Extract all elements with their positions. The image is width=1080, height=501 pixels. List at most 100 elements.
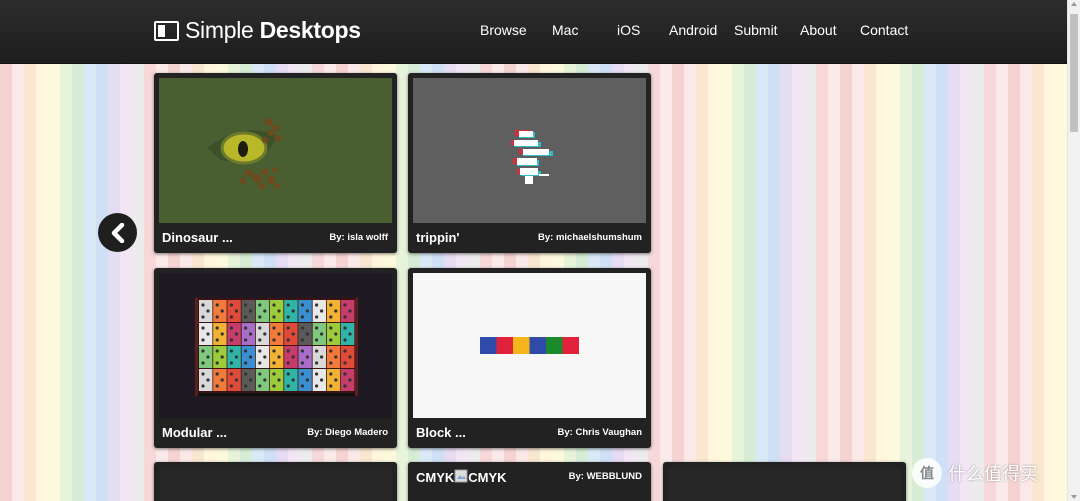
- scroll-down-icon[interactable]: [1071, 495, 1077, 499]
- nav-about[interactable]: About: [800, 22, 837, 38]
- synth-knob: [258, 361, 262, 365]
- synth-knob: [272, 338, 276, 342]
- synth-knob: [220, 355, 224, 359]
- synth-module: [241, 323, 255, 345]
- synth-module: [326, 369, 341, 391]
- synth-knob: [272, 303, 276, 307]
- synth-knob: [286, 349, 290, 353]
- synth-knob: [305, 355, 309, 359]
- synth-knob: [329, 315, 333, 319]
- synth-knob: [201, 338, 205, 342]
- wallpaper-card[interactable]: [663, 462, 906, 501]
- synth-knob: [234, 355, 238, 359]
- nav-submit[interactable]: Submit: [734, 22, 778, 38]
- synth-knob: [258, 372, 262, 376]
- synth-knob: [334, 378, 338, 382]
- card-author[interactable]: By: isla wolff: [329, 232, 388, 243]
- nav-browse[interactable]: Browse: [480, 22, 527, 38]
- nav-android[interactable]: Android: [669, 22, 717, 38]
- synth-knob: [215, 315, 219, 319]
- card-author[interactable]: By: WEBBLUND: [569, 471, 642, 482]
- synth-knob: [206, 355, 210, 359]
- dinosaur-eye-image: [207, 118, 282, 190]
- card-title[interactable]: Dinosaur ...: [162, 230, 233, 245]
- synth-knob: [263, 309, 267, 313]
- nav-mac[interactable]: Mac: [552, 22, 578, 38]
- synth-module: [255, 300, 270, 322]
- card-author[interactable]: By: Chris Vaughan: [558, 427, 642, 438]
- card-author[interactable]: By: michaelshumshum: [538, 232, 642, 243]
- synth-knob: [215, 384, 219, 388]
- synth-module: [227, 300, 241, 322]
- synth-module: [341, 300, 355, 322]
- synth-knob: [348, 378, 352, 382]
- scrollbar-thumb[interactable]: [1070, 14, 1078, 132]
- previous-page-button[interactable]: [98, 213, 137, 252]
- synth-knob: [244, 303, 248, 307]
- wallpaper-thumbnail[interactable]: [668, 467, 901, 501]
- card-title[interactable]: Block ...: [416, 425, 466, 440]
- synth-knob: [234, 332, 238, 336]
- synth-knob: [258, 326, 262, 330]
- wallpaper-thumbnail[interactable]: [413, 78, 646, 223]
- wallpaper-card-cmyk[interactable]: CMYK CMYK By: WEBBLUND: [408, 462, 651, 501]
- synth-knob: [315, 361, 319, 365]
- wallpaper-card-dinosaur[interactable]: Dinosaur ... By: isla wolff: [154, 73, 397, 253]
- wallpaper-card-block[interactable]: Block ... By: Chris Vaughan: [408, 268, 651, 448]
- synth-knob: [258, 384, 262, 388]
- synth-knob: [201, 384, 205, 388]
- synth-module: [227, 346, 241, 368]
- synth-knob: [201, 326, 205, 330]
- wallpaper-thumbnail[interactable]: [159, 467, 392, 501]
- synth-module: [312, 323, 326, 345]
- synth-knob: [244, 361, 248, 365]
- card-title[interactable]: trippin': [416, 230, 460, 245]
- color-block: [546, 337, 563, 354]
- wallpaper-thumbnail[interactable]: [413, 273, 646, 418]
- synth-knob: [286, 384, 290, 388]
- synth-knob: [272, 361, 276, 365]
- card-title[interactable]: CMYK CMYK: [416, 469, 507, 485]
- synth-module: [270, 346, 284, 368]
- synth-knob: [315, 372, 319, 376]
- wallpaper-thumbnail[interactable]: [159, 273, 392, 418]
- glitch-figure-image: [511, 130, 553, 184]
- wallpaper-card-modular[interactable]: Modular ... By: Diego Madero: [154, 268, 397, 448]
- synth-knob: [244, 326, 248, 330]
- synth-knob: [300, 384, 304, 388]
- synth-knob: [343, 349, 347, 353]
- synth-knob: [249, 355, 253, 359]
- synth-knob: [244, 338, 248, 342]
- synth-knob: [258, 315, 262, 319]
- page-scrollbar[interactable]: [1067, 0, 1080, 501]
- synth-knob: [305, 332, 309, 336]
- nav-ios[interactable]: iOS: [617, 22, 640, 38]
- synth-knob: [206, 332, 210, 336]
- wallpaper-card-trippin[interactable]: trippin' By: michaelshumshum: [408, 73, 651, 253]
- synth-knob: [258, 303, 262, 307]
- nav-contact[interactable]: Contact: [860, 22, 908, 38]
- synth-knob: [277, 355, 281, 359]
- synth-knob: [329, 349, 333, 353]
- wallpaper-thumbnail[interactable]: [159, 78, 392, 223]
- synth-knob: [215, 361, 219, 365]
- wallpaper-card[interactable]: [154, 462, 397, 501]
- scroll-up-icon[interactable]: [1071, 2, 1077, 6]
- broken-image-icon: [454, 469, 468, 483]
- synth-knob: [277, 332, 281, 336]
- synth-module: [284, 369, 298, 391]
- synth-knob: [329, 372, 333, 376]
- synth-module: [213, 369, 227, 391]
- synth-module: [227, 323, 241, 345]
- synth-module: [326, 346, 341, 368]
- card-author[interactable]: By: Diego Madero: [307, 427, 388, 438]
- synth-module: [312, 346, 326, 368]
- synth-knob: [315, 303, 319, 307]
- synth-knob: [229, 372, 233, 376]
- synth-knob: [315, 315, 319, 319]
- synth-knob: [229, 349, 233, 353]
- synth-knob: [229, 361, 233, 365]
- card-title[interactable]: Modular ...: [162, 425, 227, 440]
- synth-module: [312, 300, 326, 322]
- synth-knob: [291, 332, 295, 336]
